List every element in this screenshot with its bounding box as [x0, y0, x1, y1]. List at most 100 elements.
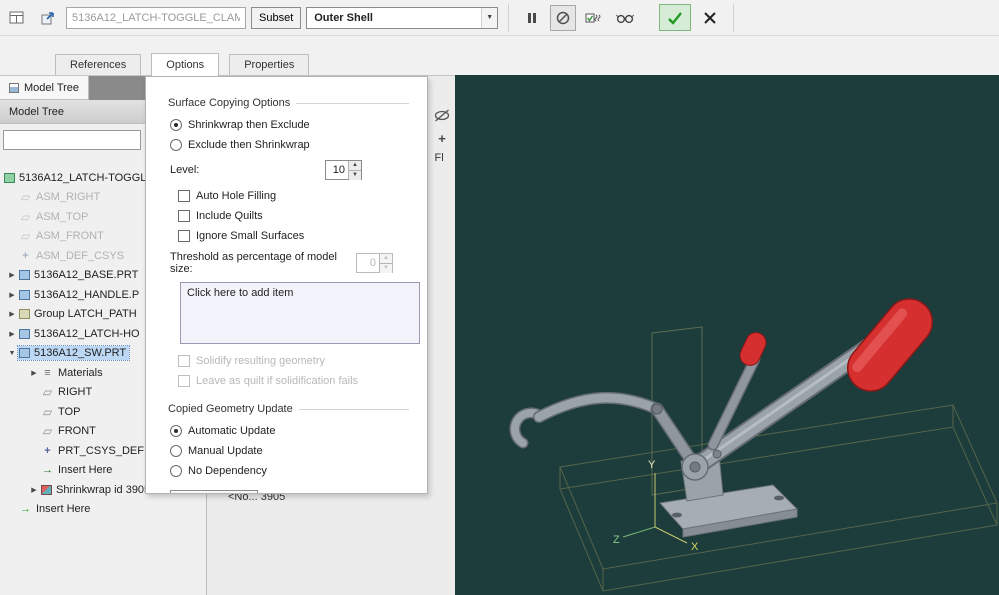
tree-item-core[interactable]: ▱ ASM_RIGHT: [18, 190, 103, 204]
radio-manual-update[interactable]: Manual Update: [170, 442, 409, 459]
checkbox-include-quilts[interactable]: Include Quilts: [178, 207, 409, 224]
radio-dot-icon[interactable]: [170, 424, 182, 437]
shrinkwrap-method-dropdown[interactable]: Outer Shell ▼: [306, 6, 499, 29]
verify-feature-icon[interactable]: [581, 5, 607, 31]
threshold-label: Threshold as percentage of model size:: [170, 251, 337, 275]
threshold-row: Threshold as percentage of model size: 0…: [170, 251, 409, 275]
tree-expand-arrow[interactable]: ▶: [28, 369, 40, 377]
tree-filter-input[interactable]: [3, 130, 141, 150]
assembly-icon: [4, 172, 15, 183]
tree-item-core[interactable]: ≡ Materials: [40, 366, 106, 380]
pause-icon[interactable]: [519, 5, 545, 31]
model-tree-tab[interactable]: Model Tree: [0, 76, 90, 100]
toggle-clamp-model: [509, 298, 934, 538]
radio-dot-icon[interactable]: [170, 444, 182, 457]
tree-expand-arrow[interactable]: ▼: [6, 350, 18, 357]
datum-plane-icon: ▱: [42, 404, 53, 419]
spin-up-icon: ▲: [380, 254, 392, 264]
datum-list-hint[interactable]: Click here to add item: [187, 287, 413, 299]
radio-dot-icon[interactable]: [170, 138, 182, 151]
tree-item-core[interactable]: 5136A12_BASE.PRT: [18, 268, 141, 282]
radio-no-dependency[interactable]: No Dependency: [170, 462, 409, 479]
part-icon: [19, 289, 30, 300]
radio-automatic-update[interactable]: Automatic Update: [170, 422, 409, 439]
part-icon: [19, 328, 30, 339]
surface-copying-title: Surface Copying Options: [168, 97, 291, 109]
checkbox-label: Auto Hole Filling: [196, 189, 277, 202]
checkbox-icon[interactable]: [178, 189, 190, 202]
model-name-field[interactable]: [66, 6, 246, 29]
tree-item-core[interactable]: Shrinkwrap id 3905: [40, 483, 153, 497]
x-axis-line: [654, 526, 688, 544]
checkbox-auto-hole-filling[interactable]: Auto Hole Filling: [178, 187, 409, 204]
tab-options[interactable]: Options: [151, 53, 220, 76]
tab-properties[interactable]: Properties: [229, 54, 310, 75]
radio-label: Exclude then Shrinkwrap: [188, 138, 310, 151]
tree-item-core[interactable]: → Insert Here: [18, 502, 93, 516]
ok-check-button[interactable]: [659, 4, 692, 31]
export-model-icon[interactable]: [35, 5, 61, 31]
window-grid-icon[interactable]: [4, 5, 30, 31]
tree-item-core[interactable]: 5136A12_HANDLE.P: [18, 288, 142, 302]
datum-plane-icon: ▱: [42, 385, 53, 400]
hide-items-icon[interactable]: [433, 108, 451, 126]
subset-button[interactable]: Subset: [251, 6, 302, 29]
tree-item-core[interactable]: ▱ FRONT: [40, 424, 99, 438]
radio-exclude-then-shrinkwrap[interactable]: Exclude then Shrinkwrap: [170, 136, 409, 153]
tree-item-label: Insert Here: [36, 503, 91, 516]
toolbar-separator: [508, 3, 510, 32]
x-axis-label: X: [691, 541, 699, 553]
clipped-filter-label: Fl: [434, 152, 444, 164]
insert-arrow-green-icon: →: [20, 503, 31, 516]
dropdown-selected-value: Outer Shell: [314, 11, 373, 24]
tree-expand-arrow[interactable]: ▶: [28, 486, 40, 494]
tree-expand-arrow[interactable]: ▶: [6, 271, 18, 279]
tree-item-core[interactable]: + PRT_CSYS_DEF: [40, 444, 147, 458]
radio-dot-icon[interactable]: [170, 118, 182, 131]
add-icon[interactable]: +: [438, 132, 446, 145]
tree-item-core[interactable]: 5136A12_SW.PRT: [16, 345, 131, 362]
tree-item-label: 5136A12_LATCH-TOGGLE: [19, 171, 154, 184]
tree-item-label: TOP: [58, 405, 81, 418]
chevron-down-icon[interactable]: ▼: [481, 7, 498, 28]
tree-item-core[interactable]: 5136A12_LATCH-TOGGLE: [3, 171, 157, 185]
tree-item-label: 5136A12_HANDLE.P: [34, 288, 140, 301]
datum-reference-list[interactable]: Click here to add item: [180, 282, 420, 344]
tree-item-core[interactable]: + ASM_DEF_CSYS: [18, 249, 127, 263]
tree-item-core[interactable]: ▱ ASM_FRONT: [18, 229, 107, 243]
tree-expand-arrow[interactable]: ▶: [6, 310, 18, 318]
tree-item-core[interactable]: ▱ RIGHT: [40, 385, 95, 399]
part-icon: [19, 348, 30, 359]
refit-datums-button[interactable]: Refit Datums: [170, 490, 258, 493]
tree-item-core[interactable]: → Insert Here: [40, 463, 115, 477]
tree-item[interactable]: → Insert Here: [0, 500, 206, 520]
shrinkwrap-dashboard-toolbar: Subset Outer Shell ▼: [0, 0, 999, 36]
tree-item-label: Shrinkwrap id 3905: [56, 483, 151, 496]
csys-icon: +: [44, 444, 51, 457]
tree-item-core[interactable]: Group LATCH_PATH: [18, 307, 140, 321]
tree-expand-arrow[interactable]: ▶: [6, 291, 18, 299]
tree-item-label: ASM_FRONT: [36, 230, 104, 243]
tree-item-label: ASM_RIGHT: [36, 191, 101, 204]
level-spinbox[interactable]: 10 ▲ ▼: [325, 160, 362, 180]
tree-item-label: 5136A12_SW.PRT: [34, 347, 127, 360]
tab-references[interactable]: References: [55, 54, 142, 75]
radio-dot-icon[interactable]: [170, 464, 182, 477]
model-tree-tab-label: Model Tree: [24, 81, 80, 94]
checkbox-ignore-small-surfaces[interactable]: Ignore Small Surfaces: [178, 227, 409, 244]
checkbox-icon[interactable]: [178, 209, 190, 222]
checkbox-icon[interactable]: [178, 229, 190, 242]
radio-shrinkwrap-then-exclude[interactable]: Shrinkwrap then Exclude: [170, 116, 409, 133]
checkbox-label: Leave as quilt if solidification fails: [196, 374, 359, 387]
graphics-viewport[interactable]: Y Z X: [455, 75, 999, 595]
preview-glasses-icon[interactable]: [612, 5, 638, 31]
spin-down-icon[interactable]: ▼: [349, 171, 361, 180]
tree-item-core[interactable]: ▱ ASM_TOP: [18, 210, 91, 224]
spin-up-icon[interactable]: ▲: [349, 161, 361, 171]
cancel-x-button[interactable]: [696, 4, 723, 31]
level-value[interactable]: 10: [326, 161, 348, 179]
tree-item-core[interactable]: 5136A12_LATCH-HO: [18, 327, 143, 341]
tree-expand-arrow[interactable]: ▶: [6, 330, 18, 338]
no-preview-icon[interactable]: [550, 4, 577, 31]
tree-item-core[interactable]: ▱ TOP: [40, 405, 83, 419]
